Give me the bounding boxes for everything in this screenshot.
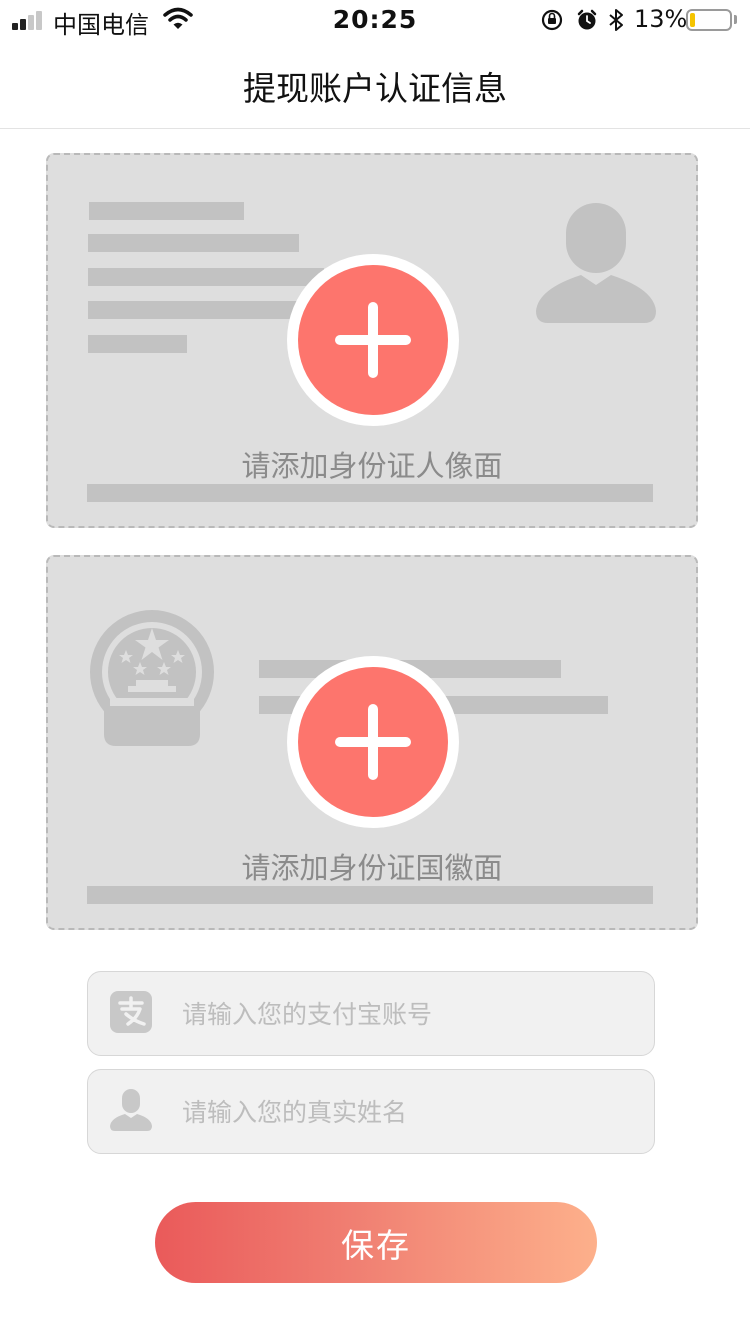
status-bar: 中国电信 20:25 13% (0, 0, 750, 40)
id-back-upload-card[interactable]: 请添加身份证国徽面 (46, 555, 698, 930)
battery-percent: 13% (634, 5, 688, 33)
orientation-lock-icon (541, 9, 563, 31)
alipay-account-field[interactable] (87, 971, 655, 1056)
plus-icon (298, 265, 448, 415)
status-icons (541, 9, 623, 31)
placeholder-line (88, 234, 299, 252)
placeholder-line (88, 268, 324, 286)
add-id-back-button[interactable] (287, 656, 459, 828)
placeholder-line (87, 886, 653, 904)
save-button[interactable]: 保存 (155, 1202, 597, 1283)
add-id-front-button[interactable] (287, 254, 459, 426)
user-icon (110, 1089, 152, 1131)
id-front-label: 请添加身份证人像面 (241, 449, 503, 483)
alipay-icon (110, 991, 152, 1033)
battery-icon (686, 9, 732, 31)
battery-nub (734, 15, 737, 24)
id-back-label: 请添加身份证国徽面 (241, 851, 503, 885)
placeholder-line (88, 301, 324, 319)
bluetooth-icon (609, 9, 623, 31)
placeholder-line (89, 202, 244, 220)
battery-level-fill (690, 13, 695, 27)
real-name-input[interactable] (180, 1070, 644, 1154)
plus-icon (298, 667, 448, 817)
placeholder-line (88, 335, 187, 353)
portrait-silhouette-icon (536, 203, 656, 323)
real-name-field[interactable] (87, 1069, 655, 1154)
nav-bar: 提现账户认证信息 (0, 40, 750, 129)
national-emblem-icon (90, 610, 214, 746)
placeholder-line (87, 484, 653, 502)
id-front-upload-card[interactable]: 请添加身份证人像面 (46, 153, 698, 528)
alipay-account-input[interactable] (180, 972, 644, 1056)
page-title: 提现账户认证信息 (243, 69, 507, 108)
alarm-icon (577, 9, 597, 30)
